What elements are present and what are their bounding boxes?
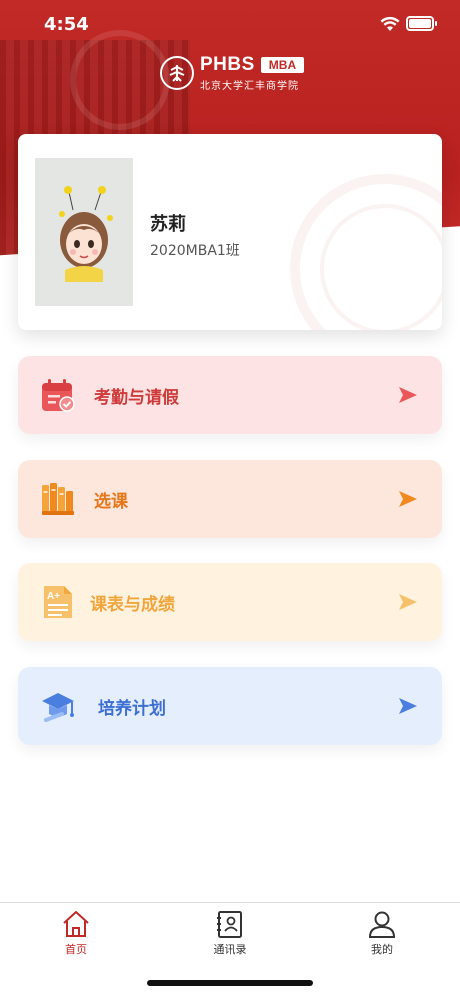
- home-indicator[interactable]: [147, 980, 313, 986]
- graduation-cap-icon: [42, 693, 74, 722]
- student-class: 2020MBA1班: [150, 243, 240, 259]
- arrow-right-icon: [399, 594, 417, 610]
- contacts-icon: [217, 911, 242, 938]
- tab-contacts[interactable]: 通讯录: [190, 909, 270, 957]
- calendar-check-icon: [42, 379, 75, 412]
- tab-label: 首页: [65, 943, 87, 956]
- home-icon: [63, 911, 89, 937]
- tab-label: 通讯录: [213, 943, 247, 956]
- course-selection-card[interactable]: 选课: [18, 460, 442, 538]
- status-bar: 4:54: [0, 0, 460, 50]
- schedule-grades-card[interactable]: A+ 课表与成绩: [18, 563, 442, 641]
- tab-me[interactable]: 我的: [342, 909, 422, 957]
- phbs-logo: PHBS MBA 北京大学汇丰商学院: [160, 53, 305, 92]
- arrow-right-icon: [399, 387, 417, 403]
- user-icon: [368, 911, 396, 938]
- svg-text:A+: A+: [47, 591, 60, 602]
- university-seal-watermark: [290, 174, 442, 330]
- arrow-right-icon: [399, 491, 417, 507]
- wifi-icon: [380, 16, 400, 31]
- menu-label: 课表与成绩: [90, 594, 175, 615]
- logo-brand: PHBS: [200, 53, 255, 75]
- profile-card[interactable]: 苏莉 2020MBA1班: [18, 134, 442, 330]
- logo-subtitle: 北京大学汇丰商学院: [200, 80, 299, 92]
- status-time: 4:54: [44, 14, 89, 35]
- pku-emblem-icon: [160, 56, 194, 90]
- student-name: 苏莉: [150, 214, 186, 235]
- grade-document-icon: A+: [44, 586, 72, 618]
- books-icon: [42, 483, 74, 515]
- menu-label: 培养计划: [98, 698, 166, 719]
- training-plan-card[interactable]: 培养计划: [18, 667, 442, 745]
- tab-label: 我的: [371, 943, 393, 956]
- tab-home[interactable]: 首页: [36, 909, 116, 957]
- battery-icon: [406, 16, 437, 31]
- arrow-right-icon: [399, 698, 417, 714]
- menu-label: 考勤与请假: [94, 387, 179, 408]
- menu-label: 选课: [94, 491, 128, 512]
- avatar: [35, 158, 133, 306]
- attendance-leave-card[interactable]: 考勤与请假: [18, 356, 442, 434]
- logo-badge: MBA: [260, 56, 305, 73]
